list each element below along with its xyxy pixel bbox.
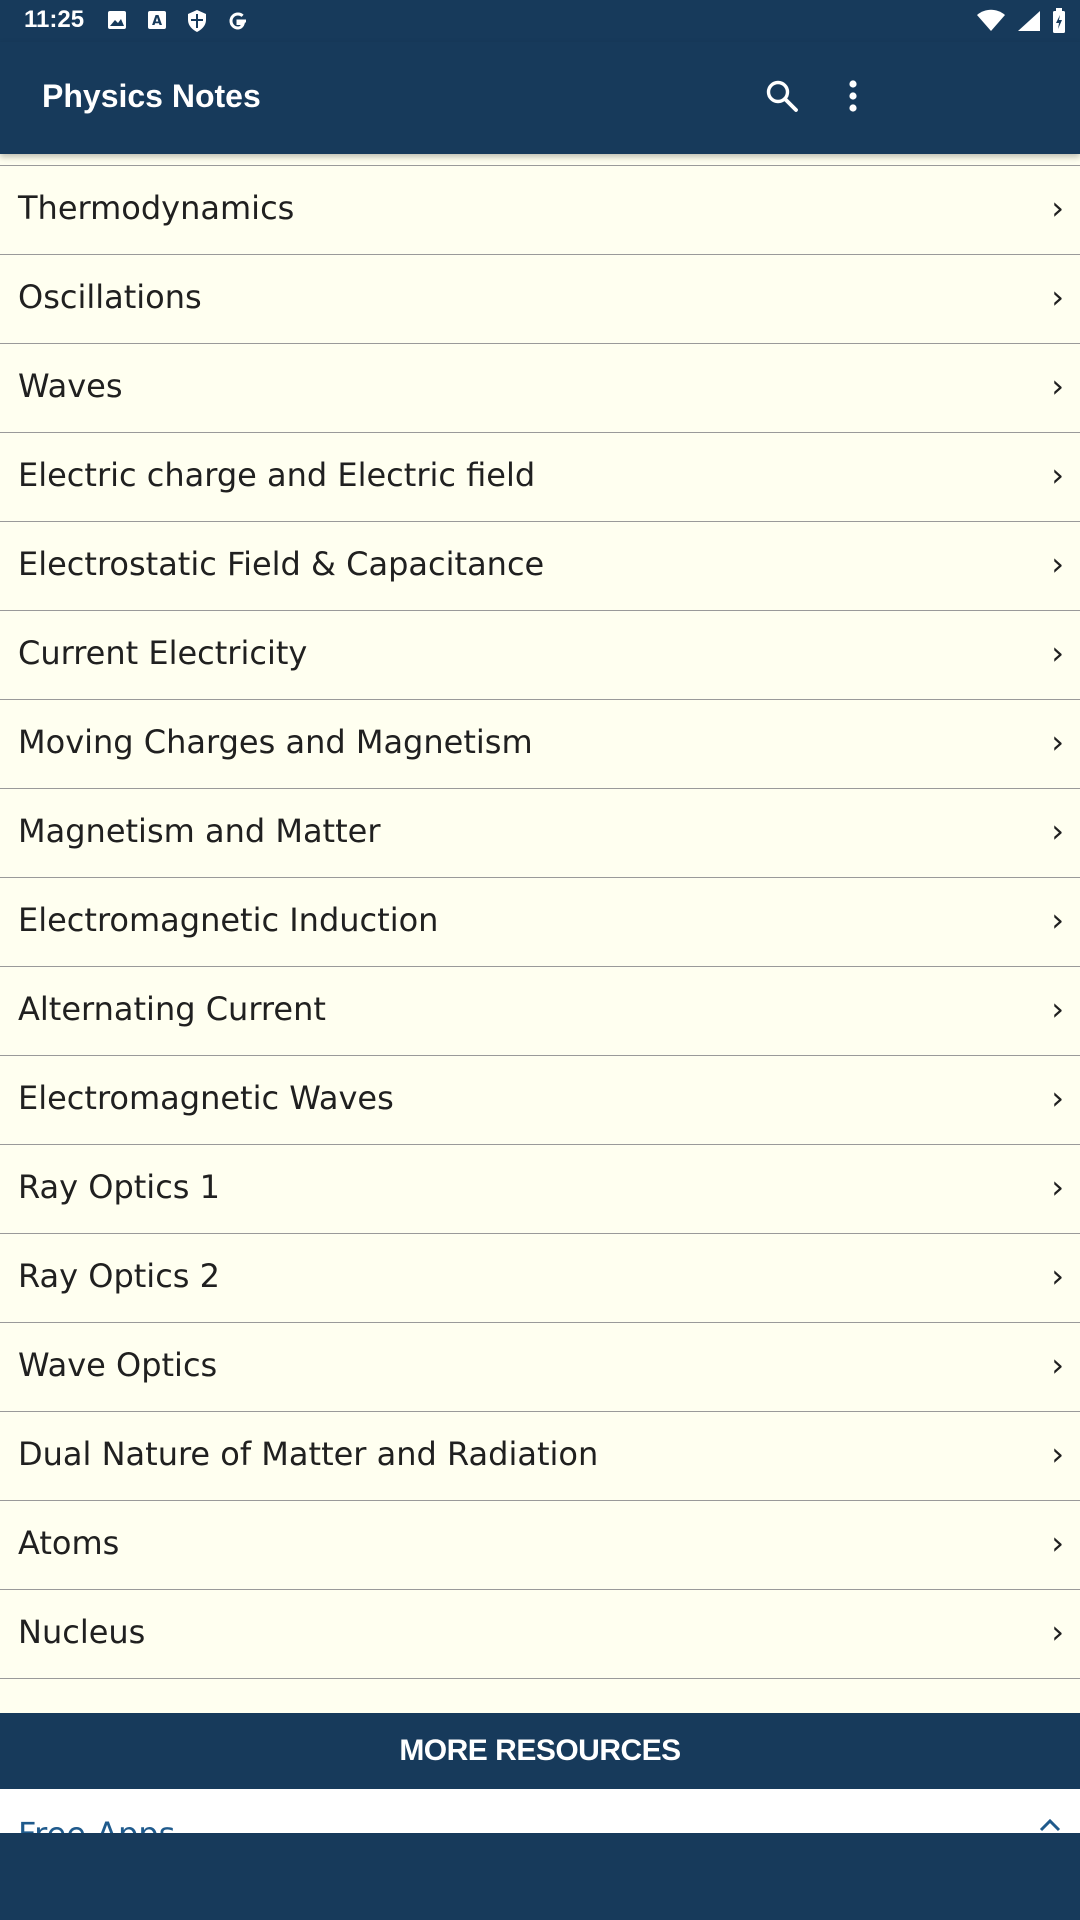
status-time: 11:25: [24, 6, 85, 33]
topic-item[interactable]: Ray Optics 2 ›: [0, 1235, 1080, 1323]
chevron-right-icon: ›: [1051, 812, 1064, 850]
signal-icon: [1016, 9, 1042, 37]
topic-item[interactable]: Ray Optics 1 ›: [0, 1146, 1080, 1234]
topic-label: Oscillations: [18, 278, 202, 316]
svg-text:A: A: [152, 14, 162, 29]
chevron-right-icon: ›: [1051, 634, 1064, 672]
topic-label: Atoms: [18, 1524, 120, 1562]
topic-item[interactable]: Wave Optics ›: [0, 1324, 1080, 1412]
chevron-right-icon: ›: [1051, 456, 1064, 494]
topic-item[interactable]: Thermodynamics ›: [0, 167, 1080, 255]
chevron-right-icon: ›: [1051, 545, 1064, 583]
search-icon: [765, 79, 799, 117]
topic-list: Properties of Matter›Thermodynamics›Osci…: [0, 116, 1080, 1713]
status-bar: 11:25 A: [0, 0, 1080, 42]
battery-icon: [1052, 8, 1066, 38]
app-bar: Physics Notes: [0, 42, 1080, 154]
chevron-right-icon: ›: [1051, 1346, 1064, 1384]
topic-item[interactable]: Current Electricity ›: [0, 612, 1080, 700]
more-resources-header: MORE RESOURCES: [0, 1713, 1080, 1789]
app-title: Physics Notes: [42, 78, 261, 114]
free-apps-item[interactable]: Free Apps: [0, 1789, 1080, 1833]
chevron-right-icon: ›: [1051, 1613, 1064, 1651]
topic-item[interactable]: Moving Charges and Magnetism ›: [0, 701, 1080, 789]
topic-item[interactable]: Oscillations ›: [0, 256, 1080, 344]
topic-item[interactable]: Electromagnetic Induction ›: [0, 879, 1080, 967]
topic-label: Electric charge and Electric field: [18, 456, 536, 494]
chevron-right-icon: ›: [1051, 1435, 1064, 1473]
chevron-right-icon: ›: [1051, 1257, 1064, 1295]
more-vert-icon: [848, 80, 858, 116]
topic-label: Waves: [18, 367, 123, 405]
chevron-right-icon: ›: [1051, 723, 1064, 761]
topic-label: Electromagnetic Induction: [18, 901, 439, 939]
topic-label: Current Electricity: [18, 634, 308, 672]
topic-label: Nucleus: [18, 1613, 146, 1651]
google-icon: [226, 9, 252, 33]
chevron-right-icon: ›: [1051, 1079, 1064, 1117]
topic-item[interactable]: Waves ›: [0, 345, 1080, 433]
shield-icon: [186, 9, 212, 33]
topic-label: Alternating Current: [18, 990, 326, 1028]
bottom-bar: [0, 1833, 1080, 1920]
chevron-right-icon: ›: [1051, 1524, 1064, 1562]
wifi-icon: [976, 9, 1006, 37]
chevron-right-icon: ›: [1051, 278, 1064, 316]
topic-label: Ray Optics 1: [18, 1168, 220, 1206]
topic-label: Ray Optics 2: [18, 1257, 220, 1295]
status-icons-right: [976, 8, 1066, 38]
chevron-up-icon: [1038, 1817, 1062, 1833]
topic-label: Wave Optics: [18, 1346, 218, 1384]
topic-item[interactable]: Nucleus ›: [0, 1591, 1080, 1679]
chevron-right-icon: ›: [1051, 1168, 1064, 1206]
topic-item[interactable]: Electrostatic Field & Capacitance ›: [0, 523, 1080, 611]
search-button[interactable]: [754, 70, 810, 126]
topic-item[interactable]: Electromagnetic Waves ›: [0, 1057, 1080, 1145]
topic-item[interactable]: Magnetism and Matter ›: [0, 790, 1080, 878]
topic-item[interactable]: Atoms ›: [0, 1502, 1080, 1590]
topic-label: Magnetism and Matter: [18, 812, 381, 850]
a-icon: A: [146, 9, 172, 33]
topic-label: Moving Charges and Magnetism: [18, 723, 533, 761]
topic-label: Electrostatic Field & Capacitance: [18, 545, 545, 583]
status-icons-left: A: [106, 9, 252, 33]
topic-item[interactable]: Dual Nature of Matter and Radiation ›: [0, 1413, 1080, 1501]
topic-item[interactable]: Alternating Current ›: [0, 968, 1080, 1056]
chevron-right-icon: ›: [1051, 189, 1064, 227]
chevron-right-icon: ›: [1051, 367, 1064, 405]
more-options-button[interactable]: [825, 70, 881, 126]
topic-label: Electromagnetic Waves: [18, 1079, 394, 1117]
topic-label: Thermodynamics: [18, 189, 295, 227]
chevron-right-icon: ›: [1051, 901, 1064, 939]
topic-item[interactable]: Electric charge and Electric field ›: [0, 434, 1080, 522]
image-icon: [106, 9, 132, 33]
topic-label: Dual Nature of Matter and Radiation: [18, 1435, 599, 1473]
free-apps-label: Free Apps: [18, 1815, 175, 1833]
chevron-right-icon: ›: [1051, 990, 1064, 1028]
